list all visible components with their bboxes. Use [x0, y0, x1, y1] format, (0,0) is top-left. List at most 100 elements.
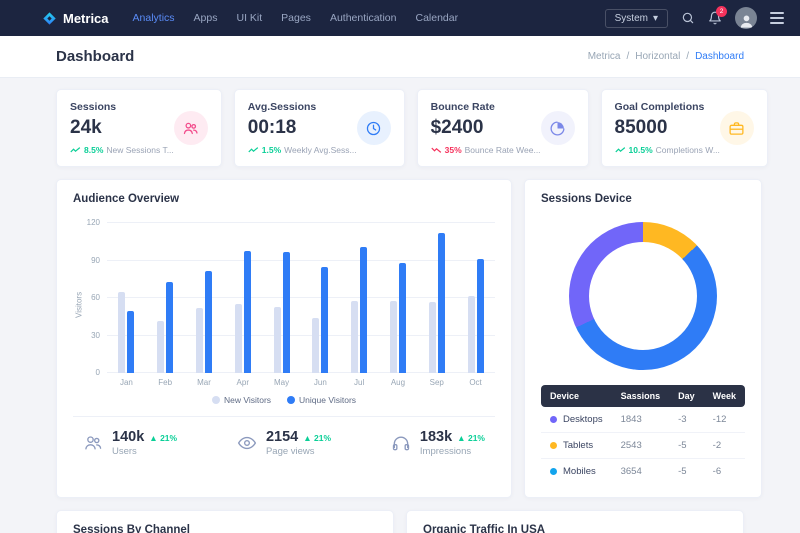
nav-analytics[interactable]: Analytics: [133, 12, 175, 24]
bar-new-visitors: [235, 304, 242, 373]
stat-trend: 10.5% Completions W...: [615, 145, 720, 155]
col-sessions: Sassions: [612, 385, 670, 407]
bar-new-visitors: [157, 321, 164, 374]
organic-traffic-usa-card: Organic Traffic In USA +: [406, 510, 744, 533]
table-row: Tablets 2543 -5 -2: [541, 433, 745, 459]
person-icon: [738, 12, 755, 29]
stat-value: $2400: [431, 117, 541, 139]
stat-value: 24k: [70, 117, 174, 139]
bar-unique-visitors: [205, 271, 212, 374]
stat-title: Avg.Sessions: [248, 101, 357, 113]
x-tick: Apr: [232, 378, 254, 387]
y-axis-title: Visitors: [73, 223, 85, 387]
bar-unique-visitors: [360, 247, 367, 373]
bar-group-apr: [235, 223, 251, 373]
nav-ui-kit[interactable]: UI Kit: [236, 12, 262, 24]
sessions-device-table: Device Sassions Day Week Desktops 1843 -…: [541, 385, 745, 484]
brand-name: Metrica: [63, 11, 109, 26]
breadcrumb-section[interactable]: Horizontal: [635, 51, 680, 62]
bar-new-visitors: [468, 296, 475, 374]
top-navbar: Metrica Analytics Apps UI Kit Pages Auth…: [0, 0, 800, 36]
legend-unique-visitors[interactable]: Unique Visitors: [287, 395, 356, 405]
bar-unique-visitors: [399, 263, 406, 373]
bar-new-visitors: [351, 301, 358, 374]
bar-group-sep: [429, 223, 445, 373]
bar-new-visitors: [118, 292, 125, 373]
bar-new-visitors: [274, 307, 281, 373]
table-row: Desktops 1843 -3 -12: [541, 407, 745, 433]
nav-authentication[interactable]: Authentication: [330, 12, 397, 24]
chevron-down-icon: ▾: [653, 13, 658, 24]
avatar[interactable]: [735, 7, 757, 29]
x-tick: Jun: [309, 378, 331, 387]
bar-new-visitors: [196, 308, 203, 373]
mobiles-dot: [550, 468, 557, 475]
col-device: Device: [541, 385, 612, 407]
audience-overview-chart: Visitors 1209060300 JanFebMarAprMayJunJu…: [73, 223, 495, 387]
x-tick: Aug: [387, 378, 409, 387]
sessions-by-channel-card: Sessions By Channel Organic Search Socia…: [56, 510, 394, 533]
bar-new-visitors: [429, 302, 436, 373]
trend-line-icon: [70, 146, 81, 154]
impressions-stat: 183k ▲ 21% Impressions: [391, 429, 485, 457]
breadcrumb-root[interactable]: Metrica: [588, 51, 621, 62]
stat-trend: 1.5% Weekly Avg.Sess...: [248, 145, 357, 155]
nav-calendar[interactable]: Calendar: [416, 12, 459, 24]
stat-value: 85000: [615, 117, 720, 139]
nav-pages[interactable]: Pages: [281, 12, 311, 24]
col-day: Day: [669, 385, 704, 407]
system-dropdown[interactable]: System ▾: [605, 9, 668, 28]
bar-group-oct: [468, 223, 484, 373]
pie-chart-icon: [541, 111, 575, 145]
search-icon[interactable]: [681, 11, 695, 25]
bar-group-mar: [196, 223, 212, 373]
card-title: Audience Overview: [73, 193, 495, 205]
breadcrumb: Metrica / Horizontal / Dashboard: [588, 51, 744, 62]
stat-card-sessions: Sessions 24k 8.5% New Sessions T...: [56, 89, 222, 167]
card-title: Sessions Device: [541, 193, 745, 205]
sessions-device-donut-chart: [569, 222, 717, 370]
notifications-bell-icon[interactable]: 2: [708, 11, 722, 25]
bar-unique-visitors: [283, 252, 290, 373]
trend-line-icon: [431, 146, 442, 154]
page-title: Dashboard: [56, 48, 134, 65]
bar-unique-visitors: [438, 233, 445, 373]
breadcrumb-separator: /: [686, 51, 689, 62]
col-week: Week: [704, 385, 745, 407]
desktops-dot: [550, 416, 557, 423]
nav-apps[interactable]: Apps: [194, 12, 218, 24]
bar-new-visitors: [390, 301, 397, 374]
stat-cards-row: Sessions 24k 8.5% New Sessions T... Avg.…: [56, 89, 744, 167]
bar-unique-visitors: [477, 259, 484, 373]
card-title: Sessions By Channel: [73, 524, 377, 533]
brand-logo[interactable]: Metrica: [42, 11, 109, 26]
bar-new-visitors: [312, 318, 319, 373]
bar-group-aug: [390, 223, 406, 373]
briefcase-icon: [720, 111, 754, 145]
page-header: Dashboard Metrica / Horizontal / Dashboa…: [0, 36, 800, 78]
x-tick: Jan: [115, 378, 137, 387]
x-tick: Mar: [193, 378, 215, 387]
breadcrumb-current: Dashboard: [695, 51, 744, 62]
users-icon: [174, 111, 208, 145]
card-title: Organic Traffic In USA: [423, 524, 727, 533]
main-nav: Analytics Apps UI Kit Pages Authenticati…: [133, 12, 459, 24]
stat-value: 00:18: [248, 117, 357, 139]
page-views-stat: 2154 ▲ 21% Page views: [237, 429, 331, 457]
stat-card-avg-sessions: Avg.Sessions 00:18 1.5% Weekly Avg.Sess.…: [234, 89, 405, 167]
menu-icon[interactable]: [770, 12, 784, 24]
users-icon: [83, 433, 103, 453]
stat-trend: 35% Bounce Rate Wee...: [431, 145, 541, 155]
trend-line-icon: [248, 146, 259, 154]
notification-badge: 2: [716, 6, 727, 17]
x-tick: Sep: [426, 378, 448, 387]
stat-trend: 8.5% New Sessions T...: [70, 145, 174, 155]
x-tick: Oct: [465, 378, 487, 387]
stat-title: Goal Completions: [615, 101, 720, 113]
caret-up-icon: ▲: [457, 433, 465, 443]
tablets-dot: [550, 442, 557, 449]
caret-up-icon: ▲: [149, 433, 157, 443]
x-tick: Jul: [348, 378, 370, 387]
y-axis-labels: 1209060300: [85, 223, 107, 373]
legend-new-visitors[interactable]: New Visitors: [212, 395, 271, 405]
